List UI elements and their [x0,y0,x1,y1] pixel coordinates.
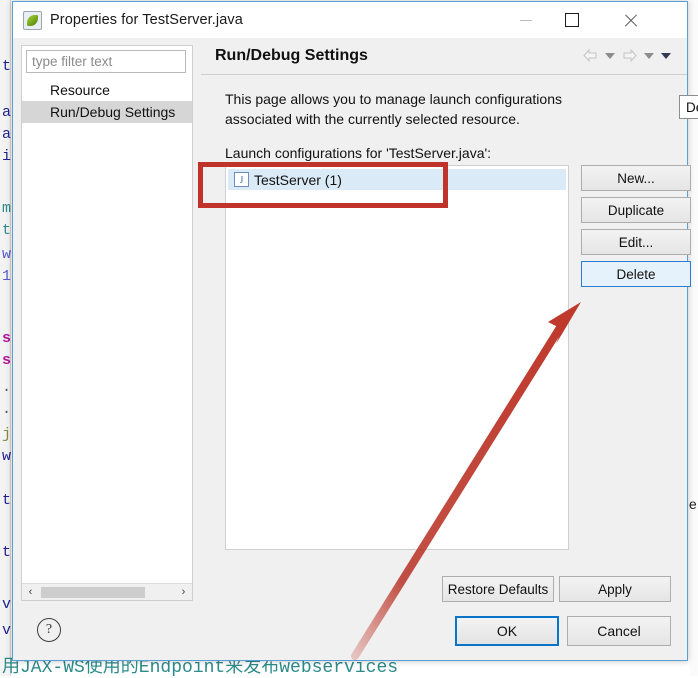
chevron-down-icon[interactable] [661,53,671,59]
bg-code-line: t [2,492,11,509]
bg-code-line: v [2,596,11,613]
properties-dialog: Properties for TestServer.java type filt… [12,1,688,661]
page-description-line1: This page allows you to manage launch co… [225,89,687,109]
sidebar-item-run-debug-settings[interactable]: Run/Debug Settings [22,101,192,123]
launch-configurations-list[interactable]: J TestServer (1) [225,165,569,550]
filter-input[interactable]: type filter text [26,50,186,73]
edit-button[interactable]: Edit... [581,229,691,255]
title-bar[interactable]: Properties for TestServer.java [13,2,687,38]
bg-code-line: · [2,404,11,421]
list-item[interactable]: J TestServer (1) [228,169,566,190]
bg-code-line: a [2,104,11,121]
tree-horizontal-scrollbar[interactable]: ‹ › [22,583,192,600]
filter-placeholder: type filter text [32,54,112,69]
bg-code-line: v [2,622,11,639]
bg-code-line: w [2,246,11,263]
apply-button[interactable]: Apply [559,576,671,602]
bg-code-line: a [2,126,11,143]
bg-code-line: 1 [2,268,11,285]
list-item-label: TestServer (1) [254,172,342,188]
page-description-line2: associated with the currently selected r… [225,109,687,129]
list-action-buttons: New... Duplicate Edit... Delete [581,165,691,287]
delete-tooltip: Delete s [679,95,698,119]
bg-code-line: · [2,382,11,399]
java-launch-config-icon: J [234,172,249,187]
bg-code-line: t [2,544,11,561]
sidebar-item-label: Resource [50,82,110,98]
dialog-buttons: OK Cancel [455,616,671,646]
new-button[interactable]: New... [581,165,691,191]
bg-code-line: i [2,148,11,165]
bg-code-line: t [2,222,11,239]
bg-code-line: w [2,448,11,465]
bg-code-line: s [2,330,11,347]
settings-page-pane: Run/Debug Settings [201,38,687,660]
chevron-down-icon[interactable] [605,53,615,59]
launch-configurations-label: Launch configurations for 'TestServer.ja… [225,145,687,161]
dialog-body: type filter text Resource Run/Debug Sett… [13,38,687,660]
restore-defaults-button[interactable]: Restore Defaults [442,576,554,602]
bg-code-line: m [2,200,11,217]
page-nav-icons [583,38,671,74]
window-title: Properties for TestServer.java [50,12,243,28]
minimize-icon[interactable] [503,2,549,38]
settings-tree-pane: type filter text Resource Run/Debug Sett… [21,45,193,601]
bg-code-line: j [2,426,11,443]
bg-code-line: s [2,352,11,369]
page-content: This page allows you to manage launch co… [201,75,687,660]
help-icon[interactable]: ? [37,618,61,642]
forward-arrow-icon[interactable] [622,49,637,63]
page-title: Run/Debug Settings [215,47,368,65]
sidebar-item-label: Run/Debug Settings [50,104,175,120]
bg-code-line: t [2,58,11,75]
settings-tree: Resource Run/Debug Settings [22,79,192,123]
dialog-footer: ? OK Cancel [13,602,687,660]
duplicate-button[interactable]: Duplicate [581,197,691,223]
delete-button[interactable]: Delete [581,261,691,287]
scroll-left-icon[interactable]: ‹ [22,584,39,601]
apply-row: Restore Defaults Apply [442,576,671,602]
page-header: Run/Debug Settings [201,38,687,75]
ok-button[interactable]: OK [455,616,559,646]
maximize-icon[interactable] [549,2,595,38]
bg-code-glyph: e [689,498,697,514]
close-icon[interactable] [607,2,653,38]
scrollbar-thumb[interactable] [41,587,145,598]
sidebar-item-resource[interactable]: Resource [22,79,192,101]
back-arrow-icon[interactable] [583,49,598,63]
scroll-right-icon[interactable]: › [175,584,192,601]
chevron-down-icon[interactable] [644,53,654,59]
cancel-button[interactable]: Cancel [567,616,671,646]
eclipse-leaf-icon [23,11,42,30]
